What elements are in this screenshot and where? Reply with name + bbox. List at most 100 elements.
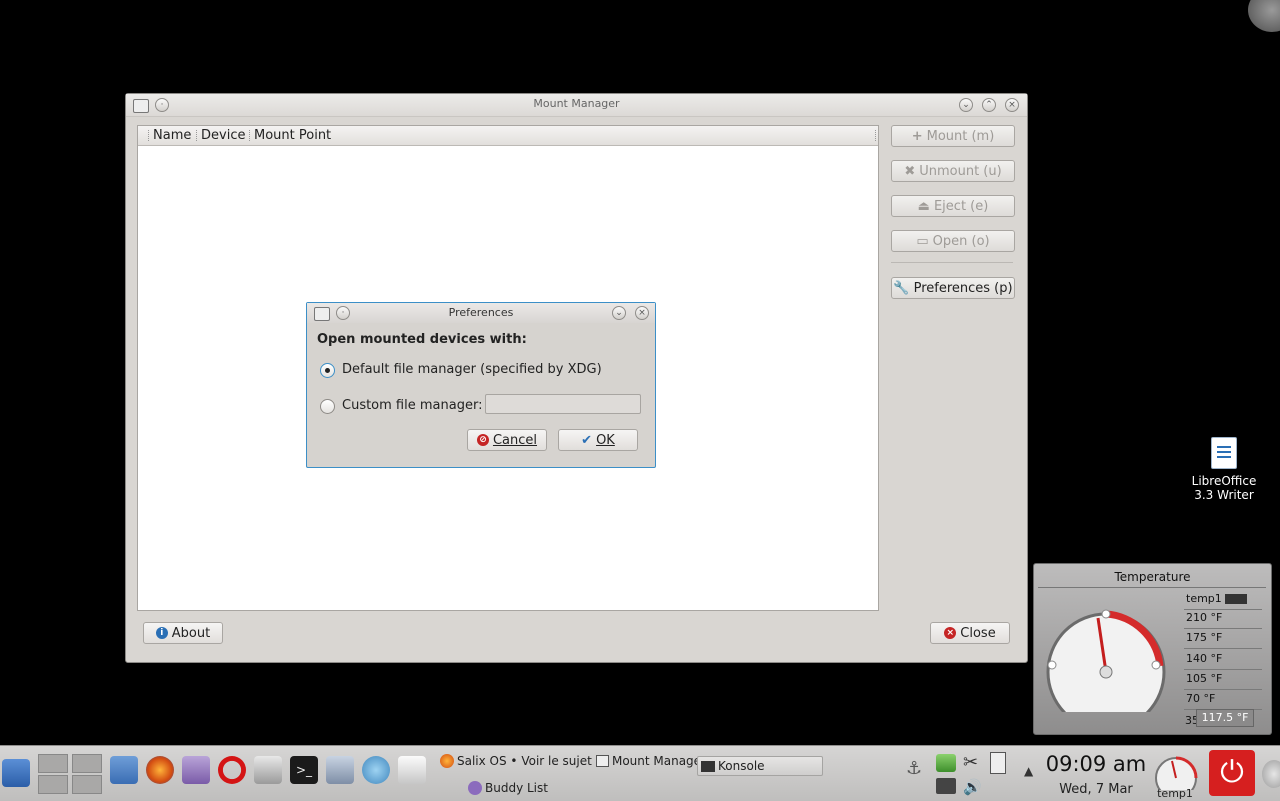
power-icon[interactable]: ⏻ — [1209, 750, 1255, 796]
taskbar-gauge-icon[interactable] — [1152, 752, 1200, 790]
konsole-small-icon — [701, 760, 715, 772]
pidgin-icon[interactable] — [182, 756, 210, 784]
desktop-corner-widget — [1248, 0, 1280, 32]
window-close-icon[interactable]: × — [1005, 98, 1019, 112]
task-firefox[interactable]: Salix OS • Voir le sujet — [440, 752, 592, 770]
preferences-button[interactable]: 🔧 Preferences (p) — [891, 277, 1015, 299]
preferences-button-label: Preferences (p) — [913, 280, 1013, 296]
open-button-label: Open (o) — [932, 233, 990, 249]
unmount-button-label: Unmount (u) — [919, 163, 1002, 179]
firefox-small-icon — [440, 754, 454, 768]
radio-default-label[interactable]: Default file manager (specified by XDG) — [342, 362, 602, 377]
ok-button[interactable]: ✔ OK — [558, 429, 638, 451]
task-mount-manager[interactable]: Mount Manager — [596, 752, 706, 770]
opera-icon[interactable] — [218, 756, 246, 784]
column-device[interactable]: Device — [201, 128, 245, 143]
text-editor-icon[interactable] — [398, 756, 426, 784]
column-name[interactable]: Name — [153, 128, 191, 143]
x-icon: ✖ — [904, 163, 916, 179]
pidgin-small-icon — [468, 781, 482, 795]
widget-divider — [1038, 587, 1266, 588]
column-separator — [875, 130, 877, 141]
custom-file-manager-input[interactable] — [485, 394, 641, 414]
about-button[interactable]: i About — [143, 622, 223, 644]
check-icon: ✔ — [581, 432, 593, 448]
dialog-titlebar[interactable]: · Preferences ⌄ × — [307, 303, 655, 323]
firefox-icon[interactable] — [146, 756, 174, 784]
task-label: Salix OS • Voir le sujet — [457, 754, 592, 768]
column-separator — [148, 130, 150, 141]
close-button[interactable]: × Close — [930, 622, 1010, 644]
minimize-icon[interactable]: ⌄ — [959, 98, 973, 112]
ok-button-label: OK — [596, 432, 615, 448]
column-mount-point[interactable]: Mount Point — [254, 128, 331, 143]
maximize-icon[interactable]: ⌃ — [982, 98, 996, 112]
column-separator — [196, 130, 198, 141]
libreoffice-writer-icon[interactable] — [1211, 437, 1237, 469]
sensor-label: temp1 — [1184, 592, 1262, 610]
gauge-dial — [1046, 609, 1166, 712]
dialog-minimize-icon[interactable]: ⌄ — [612, 306, 626, 320]
settings-tools-icon[interactable] — [254, 756, 282, 784]
task-label: Mount Manager — [611, 754, 706, 768]
pager[interactable] — [38, 754, 102, 794]
dialog-title: Preferences — [448, 306, 514, 319]
temperature-reading: 117.5 °F — [1196, 709, 1254, 727]
cancel-button-label: Cancel — [492, 432, 538, 448]
file-manager-icon[interactable] — [110, 756, 138, 784]
cancel-button[interactable]: ⊘ Cancel — [467, 429, 547, 451]
wrench-icon: 🔧 — [893, 280, 910, 296]
open-button[interactable]: ▭ Open (o) — [891, 230, 1015, 252]
panel-corner-icon[interactable] — [1262, 760, 1280, 788]
window-titlebar[interactable]: · Mount Manager ⌄ ⌃ × — [126, 94, 1027, 117]
window-small-icon — [596, 755, 609, 767]
task-konsole[interactable]: Konsole — [697, 756, 823, 776]
side-separator — [891, 262, 1013, 263]
eject-button-label: Eject (e) — [933, 198, 989, 214]
radio-selected-dot — [325, 368, 330, 373]
temperature-title: Temperature — [1114, 570, 1191, 584]
scale-mark: 175 °F — [1184, 631, 1262, 649]
libreoffice-writer-label[interactable]: LibreOffice 3.3 Writer — [1186, 474, 1262, 502]
close-circle-icon: × — [944, 627, 957, 639]
dialog-close-icon[interactable]: × — [635, 306, 649, 320]
task-buddy-list[interactable]: Buddy List — [468, 779, 548, 797]
network-status-icon[interactable] — [936, 754, 956, 772]
mount-button[interactable]: + Mount (m) — [891, 125, 1015, 147]
clock-time[interactable]: 09:09 am — [1040, 752, 1152, 776]
pager-desktop-2[interactable] — [72, 754, 102, 773]
preferences-dialog: · Preferences ⌄ × Open mounted devices w… — [306, 302, 656, 468]
icon-label-line2: 3.3 Writer — [1194, 488, 1254, 502]
unmount-button[interactable]: ✖ Unmount (u) — [891, 160, 1015, 182]
task-label: Konsole — [718, 759, 765, 773]
eject-icon: ⏏ — [917, 198, 930, 214]
package-manager-icon[interactable] — [326, 756, 354, 784]
clipboard-icon[interactable] — [990, 752, 1006, 774]
temperature-widget[interactable]: Temperature temp1 210 °F 175 °F 140 °F 1… — [1033, 563, 1272, 735]
pager-desktop-4[interactable] — [72, 775, 102, 794]
volume-icon[interactable]: 🔊 — [963, 778, 982, 796]
pager-desktop-1[interactable] — [38, 754, 68, 773]
network-icon[interactable] — [362, 756, 390, 784]
drive-icon: ▭ — [916, 233, 929, 249]
icon-label-line1: LibreOffice — [1191, 474, 1257, 488]
printer-icon[interactable] — [936, 778, 956, 794]
radio-default-file-manager[interactable] — [320, 363, 335, 378]
scissors-icon[interactable]: ✂ — [963, 752, 978, 773]
anchor-icon[interactable]: ⚓ — [906, 758, 928, 784]
sensor-color-swatch — [1225, 594, 1248, 604]
terminal-icon[interactable]: >_ — [290, 756, 318, 784]
window-title: Mount Manager — [533, 97, 620, 110]
scale-mark: 105 °F — [1184, 672, 1262, 690]
eject-button[interactable]: ⏏ Eject (e) — [891, 195, 1015, 217]
app-menu-icon[interactable] — [2, 759, 30, 787]
plus-icon: + — [911, 128, 923, 144]
pager-desktop-3[interactable] — [38, 775, 68, 794]
radio-custom-label[interactable]: Custom file manager: — [342, 398, 482, 413]
radio-custom-file-manager[interactable] — [320, 399, 335, 414]
clock-date[interactable]: Wed, 7 Mar — [1040, 782, 1152, 797]
tray-expand-icon[interactable]: ▲ — [1024, 764, 1033, 778]
scale-mark: 140 °F — [1184, 652, 1262, 670]
mount-button-label: Mount (m) — [926, 128, 995, 144]
taskbar: >_ Salix OS • Voir le sujet Mount Manage… — [0, 745, 1280, 801]
